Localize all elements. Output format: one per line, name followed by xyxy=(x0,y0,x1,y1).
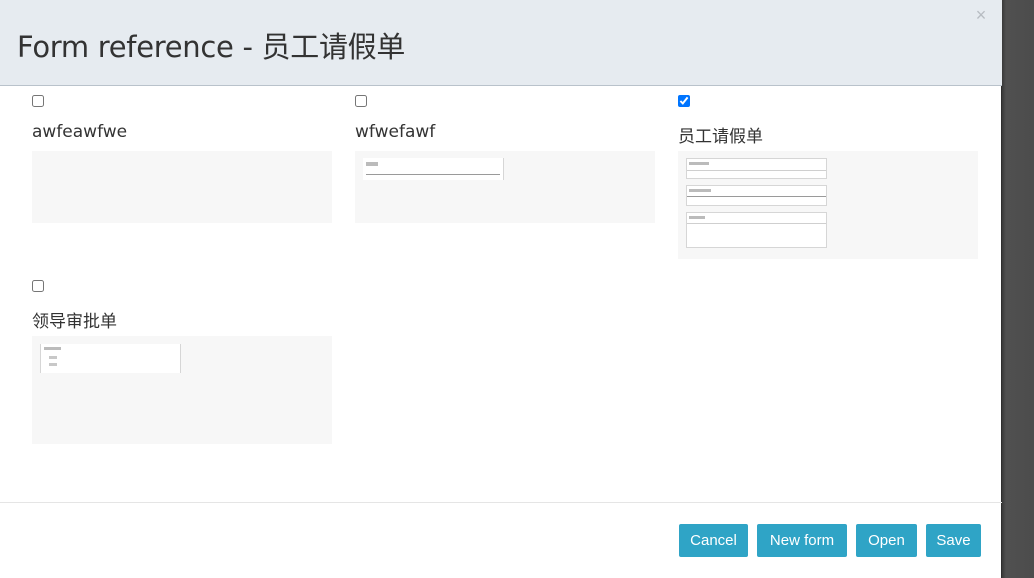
form-list: awfeawfwe wfwefawf 员工请假单 领导审批单 xyxy=(0,86,1002,502)
form-reference-dialog: Form reference - 员工请假单 × awfeawfwe wfwef… xyxy=(0,0,1002,578)
preview-field xyxy=(687,196,826,197)
preview-label xyxy=(689,216,705,219)
form-checkbox[interactable] xyxy=(32,95,44,107)
form-thumbnail[interactable] xyxy=(32,336,332,444)
preview-option xyxy=(49,363,57,366)
new-form-button[interactable]: New form xyxy=(757,524,847,557)
preview-option xyxy=(49,356,57,359)
save-button[interactable]: Save xyxy=(926,524,981,557)
modal-backdrop xyxy=(1002,0,1034,578)
form-thumbnail[interactable] xyxy=(355,151,655,223)
preview-field xyxy=(366,174,500,175)
form-item-awfeawfwe[interactable]: awfeawfwe xyxy=(32,90,332,223)
form-name: wfwefawf xyxy=(355,122,436,142)
preview-label xyxy=(44,347,61,350)
thumbnail-preview xyxy=(40,344,181,373)
preview-label xyxy=(689,162,709,165)
preview-field xyxy=(687,170,826,171)
dialog-footer: Cancel New form Open Save xyxy=(0,502,1002,578)
form-name: awfeawfwe xyxy=(32,122,128,142)
thumbnail-preview-field xyxy=(686,185,827,206)
form-item-leave-request[interactable]: 员工请假单 xyxy=(678,90,978,260)
close-icon[interactable]: × xyxy=(972,6,990,24)
preview-label xyxy=(366,162,378,166)
preview-label xyxy=(689,189,711,192)
form-thumbnail[interactable] xyxy=(678,151,978,259)
cancel-button[interactable]: Cancel xyxy=(679,524,748,557)
form-checkbox[interactable] xyxy=(32,280,44,292)
thumbnail-preview-field xyxy=(686,158,827,179)
form-checkbox[interactable] xyxy=(678,95,690,107)
preview-field xyxy=(687,223,826,224)
thumbnail-preview-field xyxy=(686,212,827,248)
dialog-title: Form reference - 员工请假单 xyxy=(17,30,406,64)
open-button[interactable]: Open xyxy=(856,524,917,557)
form-name: 员工请假单 xyxy=(678,127,763,147)
form-checkbox[interactable] xyxy=(355,95,367,107)
form-item-approval[interactable]: 领导审批单 xyxy=(32,275,332,445)
form-name: 领导审批单 xyxy=(32,312,117,332)
form-item-wfwefawf[interactable]: wfwefawf xyxy=(355,90,655,223)
form-thumbnail[interactable] xyxy=(32,151,332,223)
thumbnail-preview xyxy=(363,158,504,180)
dialog-header: Form reference - 员工请假单 × xyxy=(0,0,1002,86)
